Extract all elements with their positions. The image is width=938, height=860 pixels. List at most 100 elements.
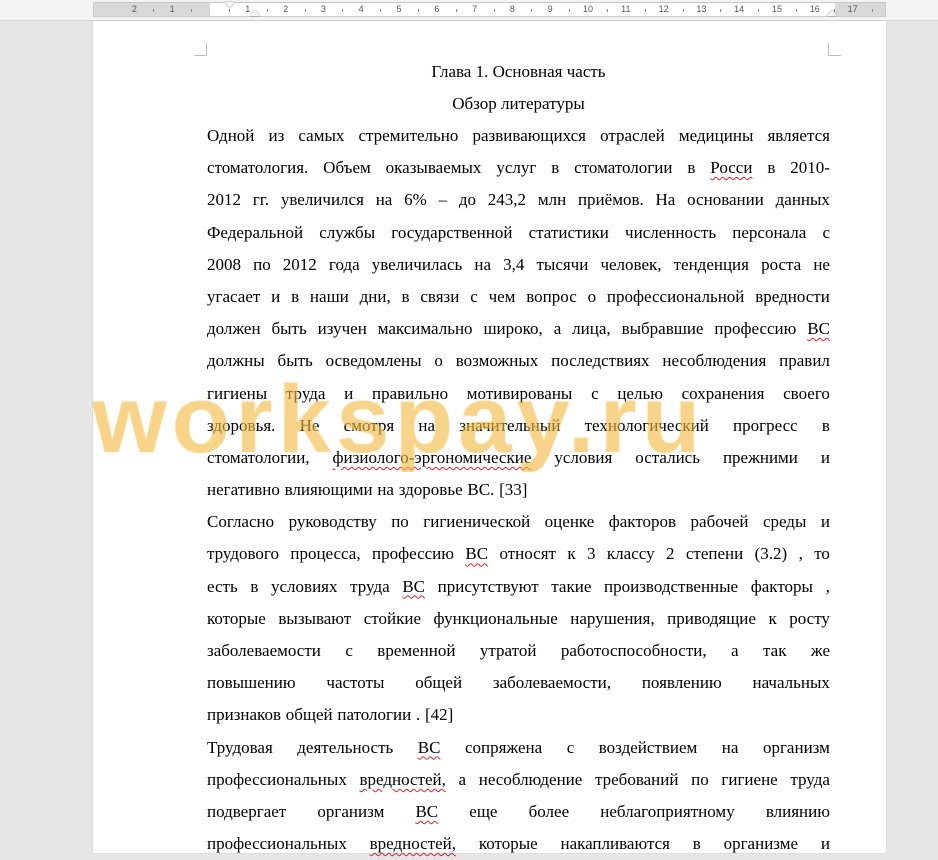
word: общей bbox=[285, 705, 333, 725]
word: с bbox=[470, 286, 478, 306]
word: выбравшие bbox=[621, 319, 704, 339]
ruler-tick bbox=[758, 9, 760, 12]
first-line-indent-marker[interactable] bbox=[225, 2, 235, 8]
word: гигиене bbox=[721, 769, 778, 789]
word: которые bbox=[478, 834, 538, 854]
word: 2012 bbox=[282, 254, 317, 274]
document-body[interactable]: Глава 1. Основная часть Обзор литературы… bbox=[207, 56, 830, 860]
word: на bbox=[377, 480, 394, 500]
ruler-tick bbox=[342, 9, 344, 12]
word: Не bbox=[299, 415, 320, 435]
word: наши bbox=[309, 286, 349, 306]
text-line: Федеральной службы государственной статисти… bbox=[207, 217, 830, 249]
word: технологический bbox=[584, 415, 709, 435]
horizontal-ruler[interactable]: 2 1 1 2 3 4 5 6 7 8 9 10 11 12 13 14 15 16 17 bbox=[93, 2, 886, 17]
word: труда bbox=[285, 383, 326, 403]
hanging-indent-marker[interactable] bbox=[250, 10, 260, 16]
word: профессиональных bbox=[207, 769, 347, 789]
word: и bbox=[820, 512, 830, 532]
word: то bbox=[814, 544, 830, 564]
word: с bbox=[822, 222, 830, 242]
word: , bbox=[825, 576, 830, 596]
word: последствиях bbox=[551, 351, 650, 371]
text-line: здоровья. Не смотря на значительный технологи… bbox=[207, 410, 830, 442]
word: организм bbox=[317, 801, 385, 821]
ruler-tick bbox=[153, 9, 155, 12]
document-page[interactable]: Глава 1. Основная часть Обзор литературы… bbox=[93, 21, 886, 853]
text-line: стоматологии, физиолого-эргономические усл… bbox=[207, 442, 830, 474]
word: изучен bbox=[317, 319, 367, 339]
word: услуг bbox=[496, 158, 537, 178]
paragraph[interactable]: Одной из самых стремительно развивающихся отр… bbox=[207, 120, 830, 506]
word: с bbox=[345, 641, 353, 660]
word: временной bbox=[377, 641, 456, 660]
word: несоблюдения bbox=[662, 351, 767, 371]
text-line: повышению частоты общей заболеваемости, появ… bbox=[207, 667, 830, 699]
word: вызывают bbox=[278, 608, 352, 628]
word: роста bbox=[761, 254, 802, 274]
paragraph[interactable]: Согласно руководству по гигиенической оценке… bbox=[207, 506, 830, 731]
word: присутствуют bbox=[437, 576, 539, 596]
word: организм bbox=[762, 737, 830, 757]
ruler-tick bbox=[455, 9, 457, 12]
word: стоматологии, bbox=[207, 447, 310, 467]
word: по bbox=[691, 769, 709, 789]
text-line: Трудовая деятельность ВС сопряжена с воздейст… bbox=[207, 732, 830, 764]
word: в bbox=[551, 158, 560, 178]
word: а bbox=[458, 769, 467, 789]
word: должен bbox=[207, 319, 261, 339]
word: лица, bbox=[572, 319, 611, 339]
ruler-number: 15 bbox=[771, 4, 783, 14]
word: значительный bbox=[459, 415, 561, 435]
word: по bbox=[391, 512, 409, 532]
word: организме bbox=[723, 834, 799, 854]
word: развивающихся bbox=[472, 126, 587, 145]
word: оказываемых bbox=[385, 158, 482, 178]
chapter-title: Глава 1. Основная часть bbox=[431, 62, 606, 81]
word: мотивированы bbox=[466, 383, 573, 403]
word: неблагоприятному bbox=[600, 801, 735, 821]
ruler-number: 9 bbox=[547, 4, 553, 14]
word: основании bbox=[687, 190, 764, 210]
word: – bbox=[438, 190, 448, 210]
word: ВС bbox=[807, 319, 830, 339]
word: руководству bbox=[288, 512, 377, 532]
paragraph[interactable]: Трудовая деятельность ВС сопряжена с воздейст… bbox=[207, 732, 830, 860]
word: подвергает bbox=[207, 801, 287, 821]
word: . bbox=[415, 705, 421, 725]
right-indent-marker[interactable] bbox=[827, 10, 837, 16]
word: Согласно bbox=[207, 512, 275, 532]
word: остались bbox=[635, 447, 700, 467]
text-line: признаков общей патологии. [42] bbox=[207, 699, 830, 731]
word: физиолого-эргономические bbox=[332, 447, 532, 467]
word: млн bbox=[537, 190, 567, 210]
word: угасает bbox=[207, 286, 261, 306]
word: нарушения, bbox=[570, 608, 655, 628]
word: на bbox=[375, 190, 393, 210]
word: должны bbox=[207, 351, 265, 371]
ruler-tick bbox=[304, 9, 306, 12]
word: рабочей bbox=[690, 512, 749, 532]
text-line: есть в условиях труда ВС присутствуют такие про… bbox=[207, 571, 830, 603]
word: ВС bbox=[415, 801, 439, 821]
ruler-tick bbox=[833, 9, 835, 12]
ruler-number: 5 bbox=[396, 4, 402, 14]
word: на bbox=[474, 254, 492, 274]
word: влияющими bbox=[284, 480, 373, 500]
word: в bbox=[767, 158, 776, 178]
word: с bbox=[591, 383, 599, 403]
text-line: гигиены труда и правильно мотивированы с целью… bbox=[207, 378, 830, 410]
ruler-number: 7 bbox=[472, 4, 478, 14]
word: медицины bbox=[678, 126, 754, 145]
word: 3 bbox=[587, 544, 596, 564]
ruler-number: 4 bbox=[358, 4, 364, 14]
word: службы bbox=[319, 222, 376, 242]
word: деятельность bbox=[297, 737, 394, 757]
ruler-number: 17 bbox=[847, 4, 858, 14]
word: профессию bbox=[714, 319, 797, 339]
word: появлению bbox=[641, 673, 722, 693]
word: гигиены bbox=[207, 383, 268, 403]
word: стоматология. bbox=[207, 158, 309, 178]
word: и bbox=[820, 447, 830, 467]
word: работоспособности, bbox=[560, 641, 707, 660]
